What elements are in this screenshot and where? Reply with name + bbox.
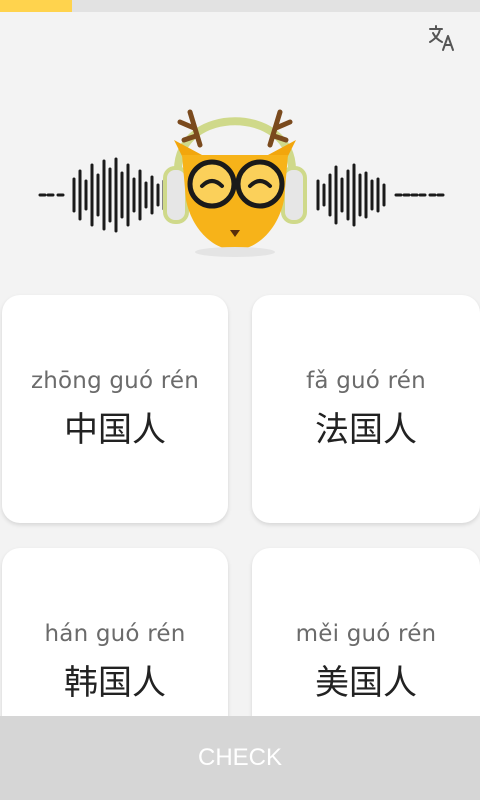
option-hanzi: 中国人 (64, 409, 166, 450)
option-card-2[interactable]: fǎ guó rén 法国人 (252, 295, 480, 523)
translate-icon (429, 25, 454, 51)
mascot-play-button[interactable] (160, 100, 310, 260)
option-pinyin: hán guó rén (44, 620, 186, 647)
option-hanzi: 韩国人 (64, 662, 166, 703)
audio-player[interactable] (0, 100, 480, 260)
option-pinyin: fǎ guó rén (306, 367, 426, 394)
progress-bar (0, 0, 480, 12)
option-pinyin: zhōng guó rén (30, 367, 200, 394)
translate-button[interactable] (420, 18, 464, 58)
check-button[interactable]: CHECK (0, 716, 480, 800)
option-pinyin: měi guó rén (295, 620, 437, 647)
progress-fill (0, 0, 72, 12)
option-card-1[interactable]: zhōng guó rén 中国人 (2, 295, 228, 523)
option-hanzi: 法国人 (315, 409, 417, 450)
deer-headphones-icon (163, 109, 307, 257)
option-hanzi: 美国人 (315, 662, 417, 703)
